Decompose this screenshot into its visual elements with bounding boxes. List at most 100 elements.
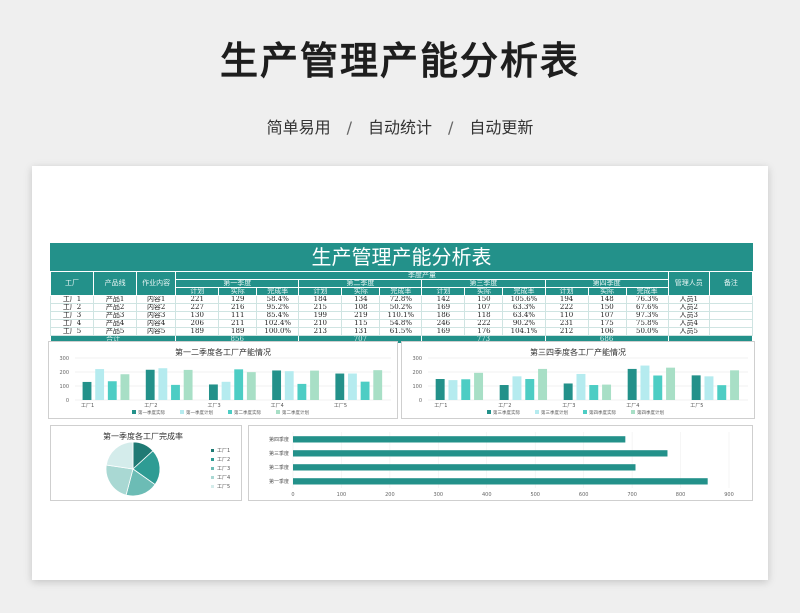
col-sub-header: 完成率 bbox=[379, 287, 423, 296]
cell-value: 184 bbox=[298, 295, 343, 304]
legend-label: 第二季度实际 bbox=[234, 409, 261, 416]
bar bbox=[474, 372, 484, 400]
cell-value: 134 bbox=[341, 295, 381, 304]
cell-work-content: 内容3 bbox=[136, 311, 177, 320]
bar bbox=[145, 369, 155, 400]
cell-value: 206 bbox=[175, 319, 220, 328]
x-tick-label: 800 bbox=[676, 492, 686, 498]
cell-note bbox=[708, 319, 754, 328]
col-sub-header: 计划 bbox=[544, 287, 589, 296]
bar bbox=[499, 385, 509, 400]
hbar-chart: 0 100 200 300 400 500 600 700 800 900 第四季度第三季度第二季度… bbox=[269, 432, 734, 498]
cell-note bbox=[708, 311, 754, 320]
feature-1: 简单易用 bbox=[266, 118, 331, 137]
x-tick-label: 900 bbox=[724, 492, 734, 498]
cell-value: 75.8% bbox=[625, 319, 669, 328]
cell-value: 227 bbox=[175, 303, 220, 312]
bar bbox=[158, 368, 168, 400]
x-tick-label: 500 bbox=[530, 492, 540, 498]
x-tick-label: 400 bbox=[482, 492, 492, 498]
cell-product-line: 产品3 bbox=[93, 311, 138, 320]
cell-manager: 人员5 bbox=[667, 327, 710, 336]
chart-title: 第一季度各工厂完成率 bbox=[103, 432, 183, 441]
cell-value: 142 bbox=[421, 295, 466, 304]
bar bbox=[627, 368, 637, 400]
cell-value: 212 bbox=[544, 327, 589, 336]
y-tick-label: 200 bbox=[59, 370, 69, 376]
x-tick-label: 600 bbox=[579, 492, 589, 498]
cell-value: 90.2% bbox=[502, 319, 546, 328]
chart-q3q4-panel: 第三四季度各工厂产能情况 0 100 200 300 工厂1 工厂2 工厂3 工厂4 工厂5 第三… bbox=[401, 341, 755, 419]
cell-manager: 人员2 bbox=[667, 303, 710, 312]
legend-swatch bbox=[211, 458, 214, 461]
cell-value: 221 bbox=[175, 295, 220, 304]
cell-value: 222 bbox=[464, 319, 504, 328]
pie-slice bbox=[105, 441, 134, 470]
legend-label: 第三季度计划 bbox=[541, 409, 568, 416]
cell-value: 102.4% bbox=[256, 319, 300, 328]
cell-value: 130 bbox=[175, 311, 220, 320]
cell-value: 219 bbox=[341, 311, 381, 320]
cell-manager: 人员3 bbox=[667, 311, 710, 320]
cell-manager: 人员4 bbox=[667, 319, 710, 328]
legend-swatch bbox=[276, 410, 280, 414]
cell-value: 175 bbox=[587, 319, 627, 328]
x-tick-label: 工厂2 bbox=[144, 403, 157, 409]
cell-value: 211 bbox=[218, 319, 258, 328]
cell-value: 169 bbox=[421, 327, 466, 336]
col-q4: 第四季度 bbox=[544, 279, 669, 288]
legend-label: 第三季度实际 bbox=[493, 409, 520, 416]
bar bbox=[183, 369, 193, 400]
cell-value: 199 bbox=[298, 311, 343, 320]
cell-value: 106 bbox=[587, 327, 627, 336]
sheet-title: 生产管理产能分析表 bbox=[50, 243, 753, 271]
bar bbox=[221, 381, 231, 400]
bar bbox=[107, 381, 117, 400]
legend-label: 工厂3 bbox=[217, 466, 230, 472]
bar bbox=[120, 374, 130, 400]
chart-title: 第三四季度各工厂产能情况 bbox=[530, 348, 626, 357]
bar bbox=[461, 379, 471, 400]
cell-value: 231 bbox=[544, 319, 589, 328]
cell-product-line: 产品2 bbox=[93, 303, 138, 312]
cell-value: 76.3% bbox=[625, 295, 669, 304]
cell-product-line: 产品1 bbox=[93, 295, 138, 304]
x-tick-label: 工厂4 bbox=[626, 403, 639, 409]
cell-work-content: 内容4 bbox=[136, 319, 177, 328]
x-tick-label: 工厂5 bbox=[690, 403, 703, 409]
bar bbox=[246, 372, 256, 400]
y-tick-label: 100 bbox=[412, 384, 422, 390]
legend-label: 第一季度计划 bbox=[186, 409, 213, 416]
separator: / bbox=[448, 118, 454, 137]
col-season-output: 季度产量 bbox=[175, 271, 669, 280]
cell-factory: 工厂5 bbox=[49, 327, 95, 336]
cell-value: 50.0% bbox=[625, 327, 669, 336]
cell-product-line: 产品4 bbox=[93, 319, 138, 328]
bar bbox=[538, 368, 548, 400]
bar bbox=[293, 450, 668, 457]
x-tick-label: 工厂3 bbox=[207, 403, 220, 409]
legend-swatch bbox=[583, 410, 587, 414]
legend-swatch bbox=[132, 410, 136, 414]
cell-value: 246 bbox=[421, 319, 466, 328]
bar bbox=[512, 376, 522, 400]
bar bbox=[666, 367, 676, 400]
bar bbox=[284, 371, 294, 400]
bar bbox=[640, 365, 650, 400]
y-tick-label: 200 bbox=[412, 370, 422, 376]
y-tick-label: 第四季度 bbox=[269, 436, 289, 443]
col-sub-header: 计划 bbox=[421, 287, 466, 296]
cell-value: 189 bbox=[175, 327, 220, 336]
cell-work-content: 内容5 bbox=[136, 327, 177, 336]
bar bbox=[310, 370, 319, 400]
cell-value: 148 bbox=[587, 295, 627, 304]
pie-panel: 第一季度各工厂完成率 工厂1 工厂2 工厂3 工厂4 工厂5 bbox=[50, 425, 242, 501]
page-title: 生产管理产能分析表 bbox=[219, 39, 580, 83]
legend-label: 工厂1 bbox=[217, 448, 230, 454]
col-sub-header: 实际 bbox=[341, 287, 381, 296]
bar bbox=[691, 375, 701, 400]
legend-swatch bbox=[535, 410, 539, 414]
cell-value: 105.6% bbox=[502, 295, 546, 304]
legend-label: 第二季度计划 bbox=[282, 409, 309, 416]
cell-value: 189 bbox=[218, 327, 258, 336]
